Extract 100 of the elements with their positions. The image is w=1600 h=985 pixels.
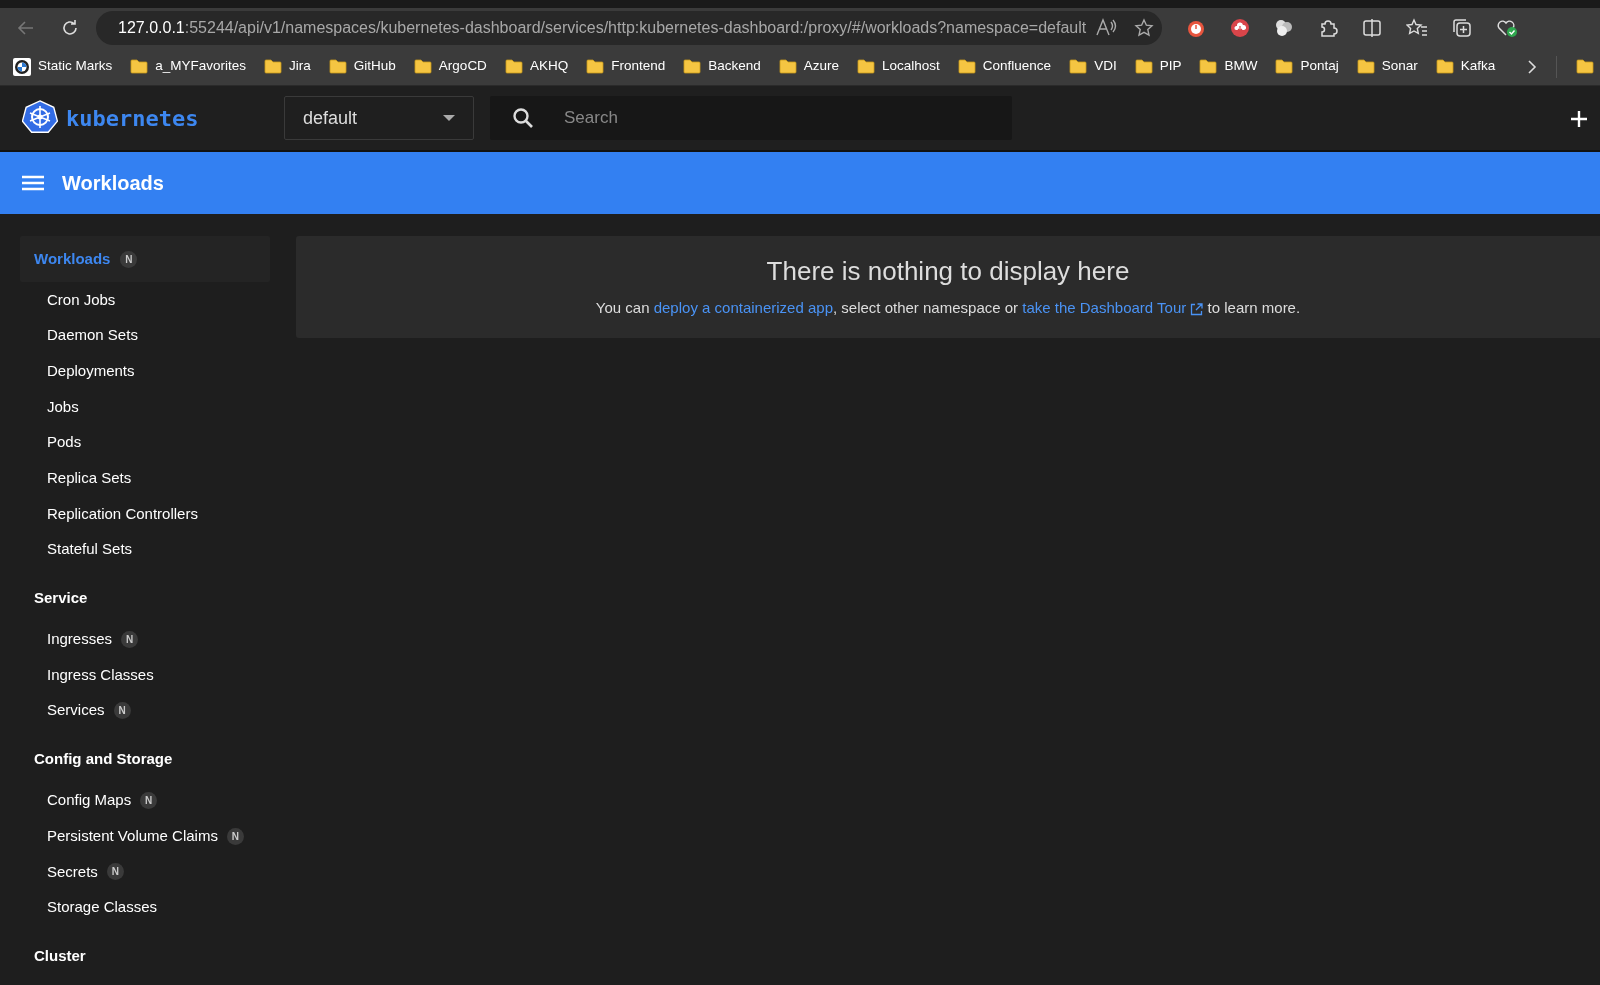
app-logo-text: kubernetes: [66, 104, 199, 133]
new-badge: N: [120, 250, 138, 268]
sidebar-section[interactable]: Cluster: [20, 933, 270, 980]
sidebar-section[interactable]: Workloads N: [20, 236, 270, 282]
url-text: 127.0.0.1:55244/api/v1/namespaces/kubernetes-dashboard/services/http:kubernetes-dashboard:/proxy/#/workloads?namespace=default: [118, 18, 1087, 38]
sidebar-item[interactable]: Cron Jobs: [20, 282, 290, 318]
search-icon: [512, 107, 534, 129]
favorites-icon[interactable]: [1406, 18, 1428, 38]
bookmark[interactable]: VDI: [1062, 54, 1124, 79]
sidebar-section[interactable]: Config and Storage: [20, 736, 270, 783]
page-title: Workloads: [62, 171, 164, 196]
empty-state-message: You can deploy a containerized app, select other namespace or take the Dashboard Tour to learn more.: [594, 298, 1302, 318]
new-badge: N: [140, 791, 158, 809]
sidebar-item[interactable]: Ingress Classes: [20, 657, 290, 693]
sidebar-item[interactable]: Replica Sets: [20, 460, 290, 497]
helm-logo-icon: [22, 100, 58, 136]
bookmark[interactable]: Kafka: [1428, 54, 1503, 79]
sidebar-item[interactable]: Config Maps N: [20, 782, 290, 819]
folder-icon: [1356, 59, 1375, 74]
sidebar-item-label: Deployments: [47, 360, 135, 381]
folder-icon: [1134, 59, 1153, 74]
bookmark[interactable]: Localhost: [850, 54, 947, 79]
folder-icon: [857, 59, 875, 74]
folder-icon: [504, 59, 523, 74]
bookmark[interactable]: Jira: [257, 54, 318, 79]
bookmark[interactable]: Frontend: [579, 54, 673, 79]
link[interactable]: deploy a containerized app: [653, 299, 833, 316]
bookmark[interactable]: BMW: [1192, 54, 1265, 79]
bookmark[interactable]: Backend: [676, 54, 768, 79]
sidebar-item[interactable]: Persistent Volume Claims N: [20, 818, 290, 854]
plus-icon: [1570, 109, 1588, 128]
bookmark[interactable]: Sonar: [1349, 54, 1425, 79]
bookmark[interactable]: Confluence: [950, 54, 1059, 79]
section-title: Service: [34, 588, 88, 609]
sidebar-item[interactable]: Secrets N: [20, 853, 290, 890]
sidebar-item[interactable]: Pods: [20, 424, 290, 461]
search-field[interactable]: Search: [562, 104, 962, 132]
folder-icon: [1069, 59, 1088, 74]
collections-icon[interactable]: [1452, 18, 1472, 38]
folder-icon: [413, 59, 432, 74]
sidebar-item[interactable]: Jobs: [20, 389, 290, 425]
cloud-download-icon[interactable]: [1230, 18, 1250, 38]
folder-icon: [586, 59, 605, 74]
bookmark[interactable]: PIP: [1127, 54, 1189, 79]
new-badge: N: [121, 630, 139, 648]
sidebar-item-label: Replication Controllers: [47, 503, 198, 524]
timer-icon[interactable]: [1186, 18, 1206, 38]
split-screen-icon[interactable]: [1362, 18, 1382, 38]
external-link-icon[interactable]: [1190, 302, 1204, 316]
site-logo-icon: [13, 57, 31, 76]
sidebar-item-label: Persistent Volume Claims: [47, 825, 218, 846]
star-icon[interactable]: [1134, 18, 1155, 38]
sidebar-item[interactable]: Storage Classes: [20, 889, 290, 926]
sidebar-item-label: Replica Sets: [47, 468, 132, 489]
sidebar-item[interactable]: Stateful Sets: [20, 531, 290, 568]
section-title: Workloads: [34, 248, 111, 269]
bookmark[interactable]: GitHub: [321, 54, 403, 79]
sidebar-item-label: Secrets: [47, 861, 98, 882]
search-field[interactable]: Search: [490, 96, 1012, 140]
sidebar-item-label: Stateful Sets: [47, 539, 133, 560]
link[interactable]: take the Dashboard Tour: [1022, 299, 1204, 316]
sidebar-item-label: Ingress Classes: [47, 664, 154, 685]
new-badge: N: [106, 863, 124, 881]
address-bar[interactable]: 127.0.0.1:55244/api/v1/namespaces/kubernetes-dashboard/services/http:kubernetes-dashboard:/proxy/#/workloads?namespace=default: [96, 11, 1162, 45]
heart-check-icon[interactable]: [1496, 18, 1518, 38]
extensions-icon[interactable]: [1318, 18, 1338, 38]
sidebar-item[interactable]: Daemon Sets: [20, 317, 290, 354]
sidebar-item-label: Pods: [47, 432, 82, 453]
sidebar-item[interactable]: Replication Controllers: [20, 496, 290, 532]
sidebar-section[interactable]: Service: [20, 575, 270, 622]
empty-state-title: There is nothing to display here: [765, 255, 1131, 288]
bookmark[interactable]: ArgoCD: [406, 54, 494, 79]
section-title: Cluster: [34, 946, 86, 967]
folder-icon: [683, 59, 702, 74]
new-badge: N: [113, 702, 131, 720]
folder-icon: [1199, 59, 1218, 74]
sidebar-item[interactable]: Deployments: [20, 353, 290, 390]
read-aloud-icon[interactable]: [1096, 18, 1119, 36]
folder-icon: [1275, 59, 1294, 74]
namespace-select[interactable]: default: [284, 96, 474, 140]
bookmark[interactable]: Static Marks: [6, 54, 120, 79]
chevron-right-icon: [1527, 58, 1537, 75]
sidebar-item[interactable]: Ingresses N: [20, 621, 290, 658]
menu-icon: [22, 175, 44, 191]
bookmark[interactable]: a_MYFavorites: [123, 54, 254, 79]
circles-icon[interactable]: [1274, 18, 1294, 38]
folder-icon: [130, 59, 149, 74]
folder-icon: [264, 59, 283, 74]
reload-icon: [60, 18, 80, 38]
section-title: Config and Storage: [34, 749, 173, 770]
folder-icon: [328, 59, 347, 74]
bookmark[interactable]: Azure: [771, 54, 846, 79]
sidebar-item-label: Daemon Sets: [47, 325, 138, 346]
bookmark[interactable]: Pontaj: [1268, 54, 1346, 79]
menu-button[interactable]: [22, 175, 44, 191]
sidebar-item[interactable]: Services N: [20, 692, 290, 729]
folder-icon: [778, 59, 797, 74]
bookmark[interactable]: AKHQ: [497, 54, 576, 79]
sidebar-item-label: Cron Jobs: [47, 289, 116, 310]
caret-icon: [443, 115, 455, 121]
